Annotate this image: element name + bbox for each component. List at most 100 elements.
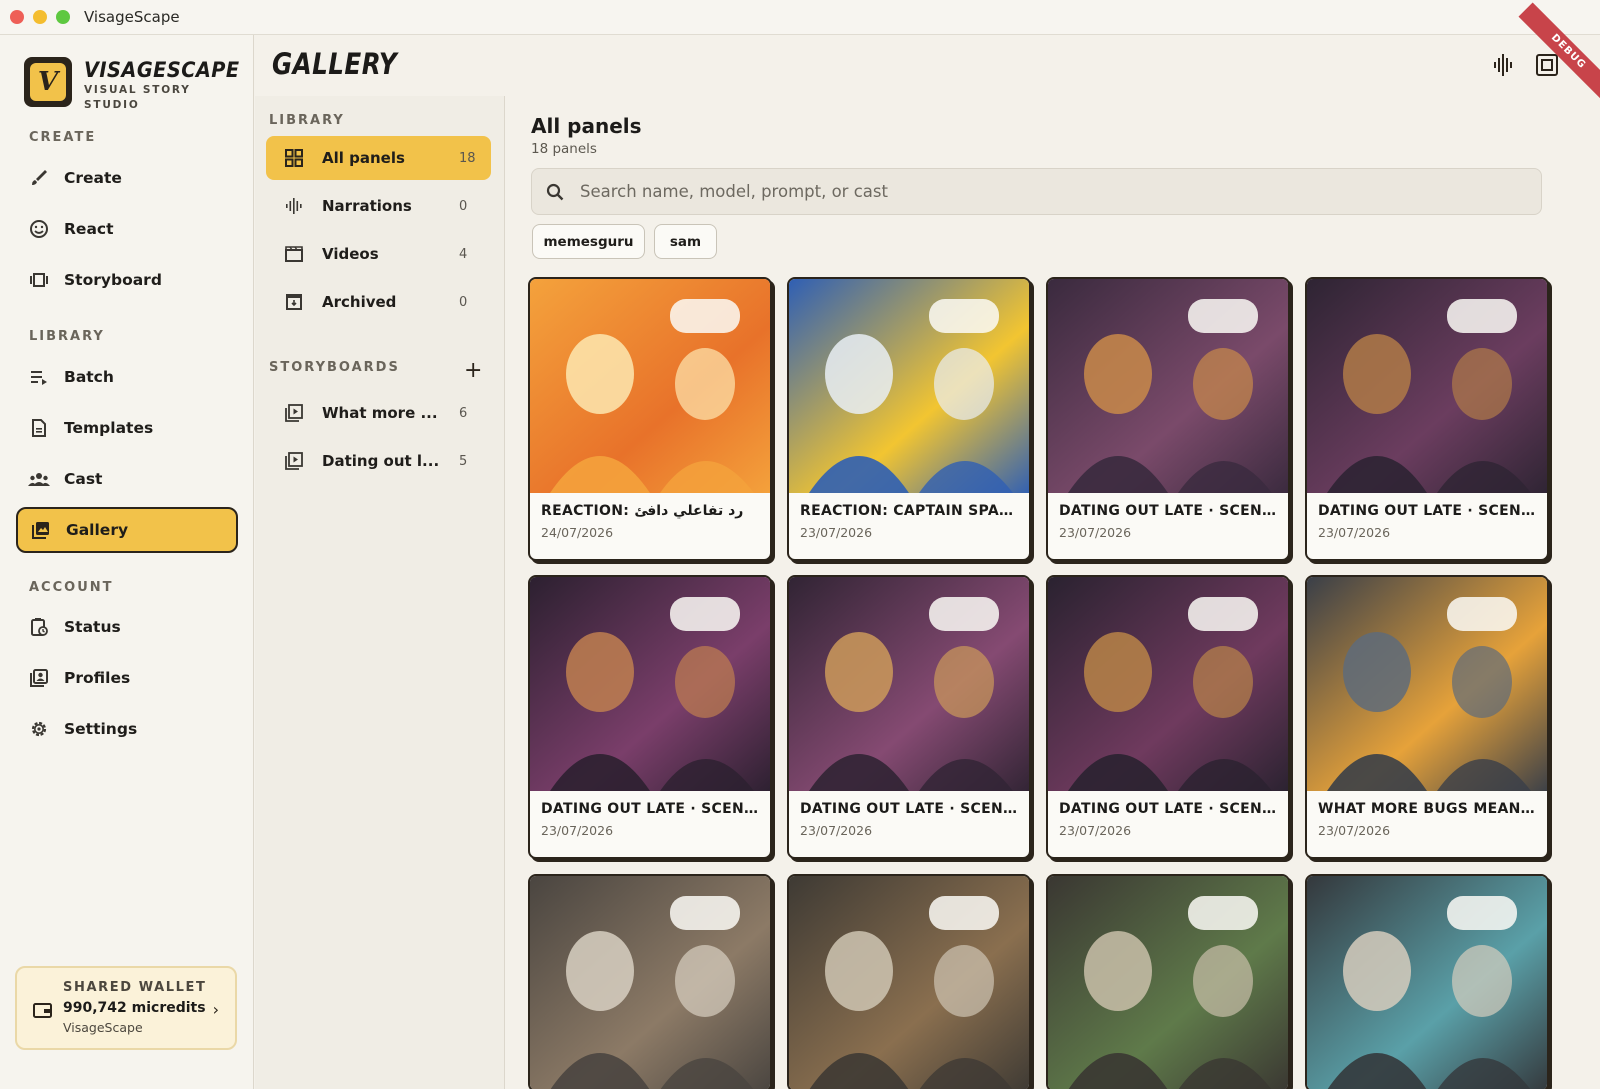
panel-thumbnail <box>1307 876 1547 1089</box>
brand-subtitle: VISUAL STORY STUDIO <box>84 84 191 111</box>
nav-item-cast[interactable]: Cast <box>16 456 238 502</box>
search-icon <box>546 183 564 201</box>
panel-thumbnail <box>530 876 770 1089</box>
grid-icon <box>284 149 304 167</box>
panel-date: 23/07/2026 <box>800 525 873 540</box>
nav-item-batch[interactable]: Batch <box>16 354 238 400</box>
panel-card[interactable]: DATING OUT LATE · SCENE 5 23/07/2026 <box>1046 277 1290 561</box>
section-title: All panels <box>531 114 642 138</box>
nav-item-gallery[interactable]: Gallery <box>16 507 238 553</box>
zoom-window-button[interactable] <box>56 10 70 24</box>
smile-icon <box>28 218 50 240</box>
nav-item-react[interactable]: React <box>16 206 238 252</box>
storyboard-item-label: What more ... <box>322 404 438 422</box>
panel-title: REACTION: CAPTAIN SPARK... <box>800 503 1018 519</box>
brand-logo: V <box>24 57 72 107</box>
brand[interactable]: V VISAGESCAPE VISUAL STORY STUDIO <box>24 57 253 113</box>
panel-title: DATING OUT LATE · SCENE 3 <box>541 801 759 817</box>
panel-thumbnail <box>789 279 1029 493</box>
panel-date: 23/07/2026 <box>800 823 873 838</box>
storyboard-icon <box>28 269 50 291</box>
document-icon <box>28 417 50 439</box>
panel-count: 18 panels <box>531 141 597 157</box>
nav-item-label: Templates <box>64 419 154 437</box>
brush-icon <box>28 167 50 189</box>
nav-item-label: Batch <box>64 368 114 386</box>
nav-item-templates[interactable]: Templates <box>16 405 238 451</box>
library-item-count: 0 <box>459 294 468 310</box>
filter-chip-memesguru[interactable]: memesguru <box>532 224 645 259</box>
nav-item-storyboard[interactable]: Storyboard <box>16 257 238 303</box>
brand-name: VISAGESCAPE <box>84 58 240 82</box>
brand-logo-letter: V <box>30 63 66 101</box>
panel-meta: DATING OUT LATE · SCENE 5 23/07/2026 <box>1048 493 1288 559</box>
close-window-button[interactable] <box>10 10 24 24</box>
clipboard-icon <box>28 616 50 638</box>
panel-thumbnail <box>530 279 770 493</box>
nav-item-label: Profiles <box>64 669 131 687</box>
panel-thumbnail <box>1307 577 1547 791</box>
panel-card[interactable] <box>1046 874 1290 1089</box>
panel-date: 23/07/2026 <box>1059 823 1132 838</box>
filter-chip-sam[interactable]: sam <box>654 224 717 259</box>
library-item-all-panels[interactable]: All panels 18 <box>266 136 491 180</box>
panel-meta: DATING OUT LATE · SCENE 3 23/07/2026 <box>530 791 770 857</box>
panel-card[interactable] <box>1305 874 1549 1089</box>
storyboard-item-count: 5 <box>459 453 468 469</box>
nav-section-account: ACCOUNT <box>29 580 114 595</box>
panel-title: DATING OUT LATE · SCENE 4 <box>1318 503 1536 519</box>
expand-icon[interactable] <box>1535 53 1559 81</box>
search-input[interactable] <box>580 182 1480 201</box>
play-board-icon <box>284 404 304 422</box>
panel-title: DATING OUT LATE · SCENE 1 <box>1059 801 1277 817</box>
profile-icon <box>28 667 50 689</box>
library-item-label: Narrations <box>322 197 412 215</box>
panel-card[interactable] <box>528 874 772 1089</box>
storyboard-item-count: 6 <box>459 405 468 421</box>
page-title: GALLERY <box>272 47 398 81</box>
library-item-count: 18 <box>459 150 476 166</box>
library-panel: LIBRARY All panels 18 Narrations 0 Video… <box>255 96 505 1089</box>
add-storyboard-button[interactable]: + <box>464 360 482 382</box>
library-item-videos[interactable]: Videos 4 <box>266 232 491 276</box>
library-item-label: Videos <box>322 245 379 263</box>
nav-item-label: Cast <box>64 470 103 488</box>
storyboard-item-label: Dating out l... <box>322 452 440 470</box>
storyboard-item[interactable]: Dating out l... 5 <box>266 439 491 483</box>
wallet-org: VisageScape <box>63 1020 143 1035</box>
nav-item-label: Gallery <box>66 521 129 539</box>
archive-icon <box>284 293 304 311</box>
panel-meta: REACTION: CAPTAIN SPARK... 23/07/2026 <box>789 493 1029 559</box>
minimize-window-button[interactable] <box>33 10 47 24</box>
library-section-title: LIBRARY <box>269 113 345 128</box>
nav-item-status[interactable]: Status <box>16 604 238 650</box>
waveform-icon[interactable] <box>1491 53 1515 81</box>
nav-item-profiles[interactable]: Profiles <box>16 655 238 701</box>
nav-item-create[interactable]: Create <box>16 155 238 201</box>
nav-item-label: Storyboard <box>64 271 162 289</box>
storyboard-item[interactable]: What more ... 6 <box>266 391 491 435</box>
gallery-icon <box>30 519 52 541</box>
library-item-narrations[interactable]: Narrations 0 <box>266 184 491 228</box>
panel-card[interactable]: REACTION: رد تفاعلي دافئ 24/07/2026 <box>528 277 772 561</box>
panel-card[interactable]: DATING OUT LATE · SCENE 3 23/07/2026 <box>528 575 772 859</box>
panel-thumbnail <box>530 577 770 791</box>
panel-card[interactable]: REACTION: CAPTAIN SPARK... 23/07/2026 <box>787 277 1031 561</box>
panel-thumbnail <box>1048 577 1288 791</box>
panel-card[interactable]: WHAT MORE BUGS MEANS ·... 23/07/2026 <box>1305 575 1549 859</box>
shared-wallet[interactable]: SHARED WALLET 990,742 micredits VisageSc… <box>15 966 237 1050</box>
library-item-archived[interactable]: Archived 0 <box>266 280 491 324</box>
nav-item-settings[interactable]: Settings <box>16 706 238 752</box>
window-controls <box>10 10 70 24</box>
panel-card[interactable] <box>787 874 1031 1089</box>
library-item-label: Archived <box>322 293 397 311</box>
panel-date: 23/07/2026 <box>1059 525 1132 540</box>
search-bar[interactable] <box>531 168 1542 215</box>
panel-title: WHAT MORE BUGS MEANS ·... <box>1318 801 1536 817</box>
panel-card[interactable]: DATING OUT LATE · SCENE 1 23/07/2026 <box>1046 575 1290 859</box>
library-item-count: 0 <box>459 198 468 214</box>
panel-card[interactable]: DATING OUT LATE · SCENE 2 23/07/2026 <box>787 575 1031 859</box>
panel-card[interactable]: DATING OUT LATE · SCENE 4 23/07/2026 <box>1305 277 1549 561</box>
nav-section-library: LIBRARY <box>29 329 105 344</box>
panel-thumbnail <box>1048 279 1288 493</box>
